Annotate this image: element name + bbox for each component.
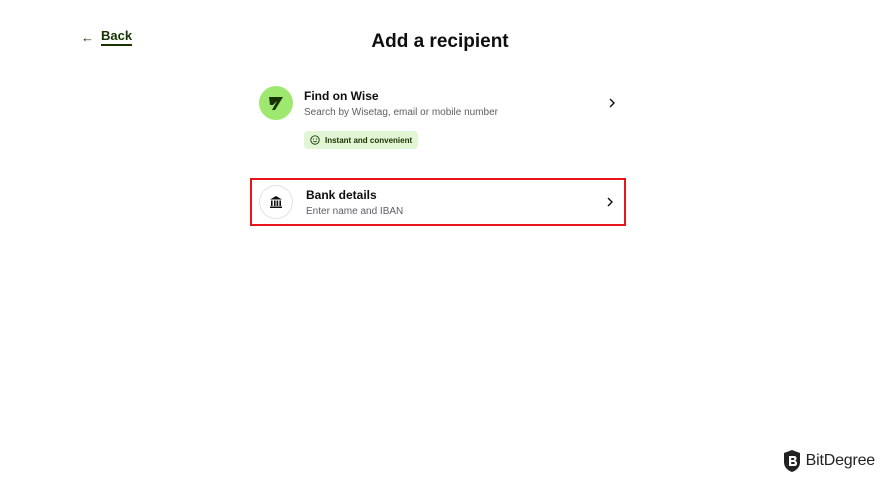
chevron-right-icon <box>607 197 613 207</box>
option-title: Find on Wise <box>304 89 379 103</box>
smile-icon <box>310 135 320 145</box>
find-on-wise-option[interactable]: Find on Wise Search by Wisetag, email or… <box>250 80 626 160</box>
bank-icon <box>259 185 293 219</box>
option-subtitle: Enter name and IBAN <box>306 206 404 217</box>
page-title: Add a recipient <box>0 31 880 53</box>
option-subtitle: Search by Wisetag, email or mobile numbe… <box>304 107 498 118</box>
chevron-right-icon <box>609 98 615 108</box>
badge-label: Instant and convenient <box>325 135 413 145</box>
bitdegree-watermark: BitDegree <box>782 449 875 473</box>
bank-details-option[interactable]: Bank details Enter name and IBAN <box>250 178 626 226</box>
option-title: Bank details <box>306 188 377 202</box>
watermark-text: BitDegree <box>805 452 876 469</box>
bitdegree-shield-icon <box>783 450 800 472</box>
instant-badge: Instant and convenient <box>304 131 419 149</box>
page-title-text: Add a recipient <box>371 31 509 52</box>
wise-logo-icon <box>259 86 293 120</box>
